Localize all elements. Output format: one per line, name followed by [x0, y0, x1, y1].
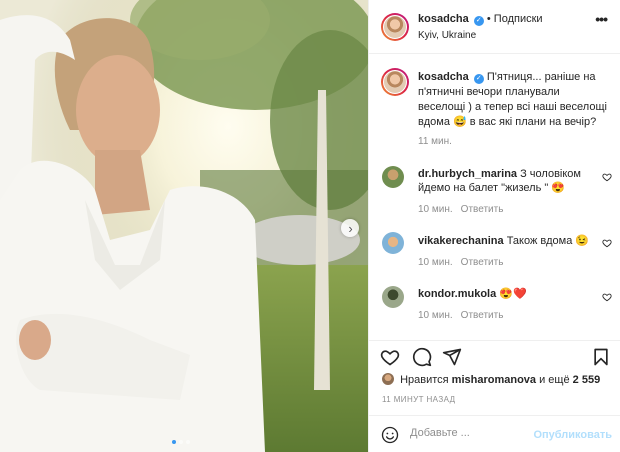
reply-button[interactable]: Ответить	[461, 204, 504, 215]
comment-meta: 10 мин. Ответить	[418, 204, 503, 215]
comment-icon[interactable]	[412, 347, 432, 367]
carousel-dot	[172, 440, 176, 444]
next-image-button[interactable]: ›	[341, 219, 359, 237]
heart-icon[interactable]	[380, 347, 400, 367]
comment-text: 😍❤️	[499, 288, 527, 300]
comment-like-heart-icon[interactable]	[602, 292, 612, 302]
author-username[interactable]: kosadcha	[418, 13, 469, 25]
caption-time[interactable]: 11 мин.	[418, 136, 452, 147]
commenter-avatar[interactable]	[382, 232, 404, 254]
carousel-dot	[186, 440, 190, 444]
comment-item: vikakerechanina Також вдома 😉	[418, 234, 598, 248]
more-icon[interactable]: •••	[595, 11, 608, 27]
comment-time[interactable]: 10 мин.	[418, 257, 453, 268]
liker-username[interactable]: misharomanova	[452, 374, 536, 386]
comment-username[interactable]: vikakerechanina	[418, 235, 504, 247]
post-header: kosadcha ✓ • Подписки Kyiv, Ukraine •••	[369, 0, 620, 54]
comment-item: kondor.mukola 😍❤️	[418, 287, 598, 301]
commenter-avatar[interactable]	[382, 166, 404, 188]
comment-username[interactable]: kondor.mukola	[418, 288, 496, 300]
post-side-panel: kosadcha ✓ • Подписки Kyiv, Ukraine ••• …	[368, 0, 620, 452]
comment-meta: 10 мин. Ответить	[418, 310, 503, 321]
comment-username[interactable]: dr.hurbych_marina	[418, 168, 517, 180]
liker-avatar[interactable]	[382, 373, 394, 385]
instagram-post: › kosadcha ✓ • Подписки Kyiv, Ukraine ••…	[0, 0, 620, 452]
comment-like-heart-icon[interactable]	[602, 172, 612, 182]
photo-illustration	[0, 0, 368, 452]
likes-suffix: и ещё	[539, 374, 570, 386]
comment-meta: 10 мин. Ответить	[418, 257, 503, 268]
author-avatar[interactable]	[381, 13, 409, 41]
caption-username[interactable]: kosadcha	[418, 71, 469, 83]
post-photo[interactable]: ›	[0, 0, 368, 452]
carousel-dot	[179, 440, 183, 444]
reply-button[interactable]: Ответить	[461, 257, 504, 268]
reply-button[interactable]: Ответить	[461, 310, 504, 321]
comment-like-heart-icon[interactable]	[602, 238, 612, 248]
commenter-avatar[interactable]	[382, 286, 404, 308]
posted-ago[interactable]: 11 МИНУТ НАЗАД	[382, 395, 455, 404]
caption-avatar[interactable]	[381, 68, 409, 96]
comment-time[interactable]: 10 мин.	[418, 204, 453, 215]
comment-item: dr.hurbych_marina З чоловіком йдемо на б…	[418, 167, 598, 195]
likes-prefix: Нравится	[400, 374, 449, 386]
follow-status[interactable]: • Подписки	[487, 13, 543, 25]
post-location[interactable]: Kyiv, Ukraine	[418, 30, 476, 41]
author-line: kosadcha ✓ • Подписки	[418, 13, 543, 26]
comment-text: Також вдома 😉	[506, 235, 590, 247]
send-icon[interactable]	[442, 347, 462, 367]
carousel-dots	[172, 440, 190, 444]
publish-button[interactable]: Опубликовать	[533, 429, 612, 441]
add-comment-bar: Опубликовать	[369, 415, 620, 452]
post-actions	[369, 340, 620, 372]
verified-icon: ✓	[473, 74, 484, 84]
verified-icon: ✓	[473, 16, 484, 26]
add-comment-input[interactable]	[410, 427, 530, 439]
emoji-icon[interactable]	[381, 426, 399, 444]
post-caption: kosadcha ✓ П'ятниця... раніше на п'ятнич…	[418, 70, 608, 130]
comment-time[interactable]: 10 мин.	[418, 310, 453, 321]
chevron-right-icon: ›	[348, 220, 353, 236]
likes-count[interactable]: 2 559	[573, 374, 601, 386]
likes-summary: Нравится misharomanova и ещё 2 559	[382, 373, 600, 386]
bookmark-icon[interactable]	[591, 347, 611, 367]
